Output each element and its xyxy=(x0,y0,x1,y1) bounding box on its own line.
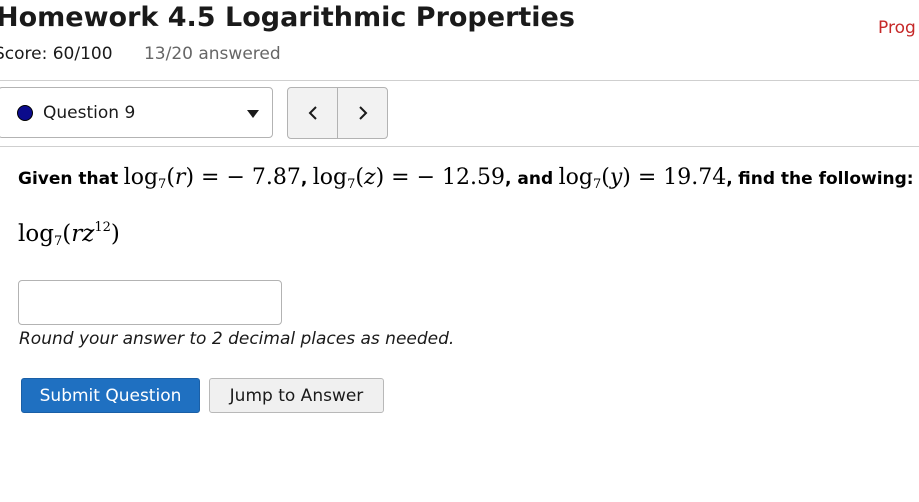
previous-question-button[interactable] xyxy=(288,88,337,138)
answer-input[interactable] xyxy=(18,280,282,325)
question-nav-group xyxy=(287,87,388,139)
answered-count: 13/20 answered xyxy=(143,44,281,64)
dropdown-caret-icon xyxy=(247,110,259,118)
log-fact-z: log7(z) = − 12.59 xyxy=(312,165,506,192)
question-select-label: Question 9 xyxy=(43,103,136,123)
chevron-right-icon xyxy=(358,106,367,120)
nav-divider xyxy=(0,146,919,147)
fact-separator: , and xyxy=(505,169,554,189)
fact-separator: , xyxy=(300,169,308,189)
chevron-left-icon xyxy=(308,106,317,120)
fact-separator: , xyxy=(726,169,733,189)
prompt-suffix: find the following: xyxy=(738,169,914,189)
question-prompt: Given that log7(r) = − 7.87, log7(z) = −… xyxy=(18,165,914,192)
score-text: Score: 60/100 xyxy=(0,44,113,64)
log-fact-r: log7(r) = − 7.87 xyxy=(123,165,301,192)
jump-to-answer-button[interactable]: Jump to Answer xyxy=(209,378,384,413)
question-status-dot xyxy=(17,105,33,121)
submit-question-button[interactable]: Submit Question xyxy=(21,378,200,413)
target-expression: log7(rz12) xyxy=(18,220,120,249)
progress-link[interactable]: Prog xyxy=(878,18,916,38)
next-question-button[interactable] xyxy=(337,88,387,138)
header-divider xyxy=(0,80,919,81)
score-line: Score: 60/100 13/20 answered xyxy=(0,44,281,64)
question-select[interactable]: Question 9 xyxy=(0,87,273,138)
rounding-hint: Round your answer to 2 decimal places as… xyxy=(19,329,455,349)
page-title: Homework 4.5 Logarithmic Properties xyxy=(0,2,575,33)
prompt-prefix: Given that xyxy=(18,169,119,189)
log-fact-y: log7(y) = 19.74 xyxy=(558,165,727,192)
